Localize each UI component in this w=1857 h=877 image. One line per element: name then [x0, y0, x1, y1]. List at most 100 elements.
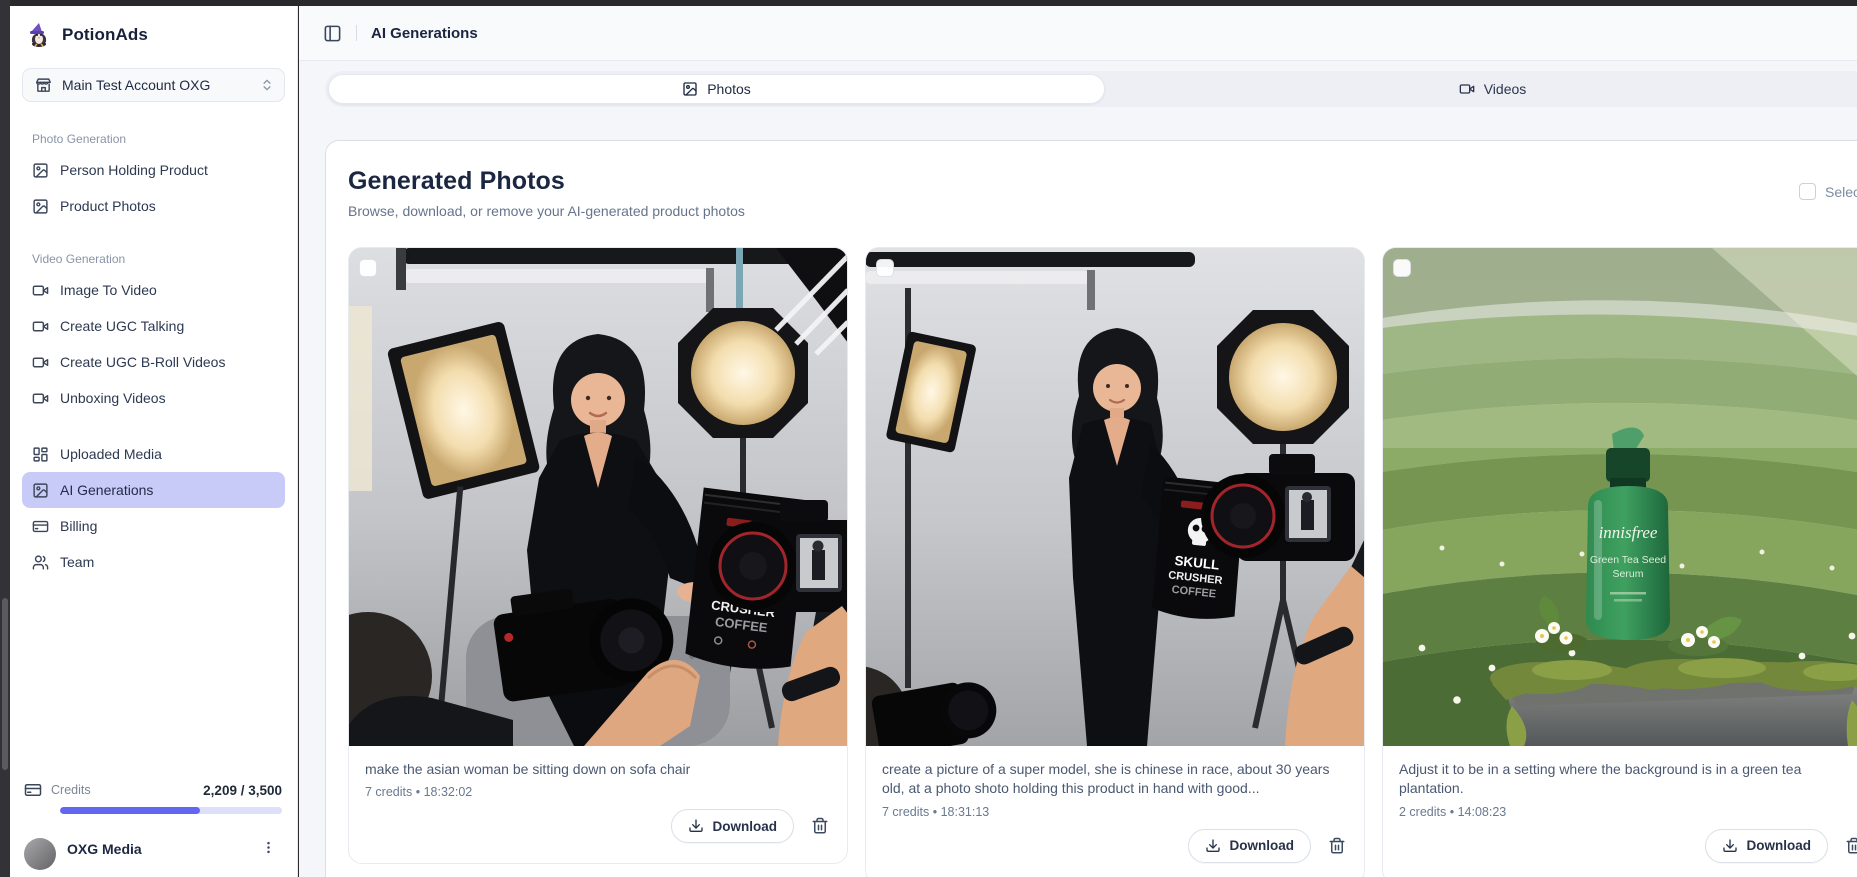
sidebar-item-unboxing-videos[interactable]: Unboxing Videos	[22, 380, 285, 416]
sidebar-item-label: Product Photos	[60, 198, 156, 214]
sidebar-item-label: Image To Video	[60, 282, 157, 298]
section-label-photo-generation: Photo Generation	[32, 132, 127, 146]
grid-icon	[32, 446, 49, 463]
photo-card-grid: SKULL CRUSHER COFFEE	[326, 247, 1857, 877]
nav-divider-gap	[10, 416, 297, 436]
download-button[interactable]: Download	[1187, 828, 1311, 863]
photo-card: SKULL CRUSHER COFFEE	[865, 247, 1365, 877]
sidebar-item-create-ugc-talking[interactable]: Create UGC Talking	[22, 308, 285, 344]
photo-meta: 2 credits • 14:08:23	[1399, 804, 1507, 819]
select-all-label: Selec	[1825, 183, 1857, 200]
account-selector[interactable]: Main Test Account OXG	[22, 68, 285, 102]
chevrons-up-down-icon	[260, 78, 274, 92]
credits-progress-fill	[60, 807, 201, 814]
video-icon	[32, 354, 49, 371]
sidebar-item-label: Uploaded Media	[60, 446, 162, 462]
users-icon	[32, 554, 49, 571]
image-icon	[32, 482, 49, 499]
sidebar-item-label: Create UGC B-Roll Videos	[60, 354, 226, 370]
video-icon	[1459, 81, 1475, 97]
photo-select-checkbox[interactable]	[1393, 259, 1411, 277]
sidebar-item-image-to-video[interactable]: Image To Video	[22, 272, 285, 308]
video-icon	[32, 282, 49, 299]
sidebar-item-billing[interactable]: Billing	[22, 508, 285, 544]
store-icon	[35, 77, 52, 94]
sidebar-item-ai-generations[interactable]: AI Generations	[22, 472, 285, 508]
image-icon	[32, 162, 49, 179]
generated-photo[interactable]: SKULL CRUSHER COFFEE	[866, 248, 1364, 746]
download-label: Download	[1229, 838, 1295, 854]
scrollbar-thumb[interactable]	[2, 598, 8, 770]
image-icon	[682, 81, 698, 97]
photo-meta: 7 credits • 18:32:02	[365, 785, 473, 800]
generated-photo[interactable]: SKULL CRUSHER COFFEE	[349, 248, 847, 746]
sidebar-item-product-photos[interactable]: Product Photos	[22, 188, 285, 224]
generated-photo-illustration-tea-plantation: innisfree Green Tea Seed Serum	[1383, 248, 1857, 746]
sidebar-item-label: Unboxing Videos	[60, 390, 166, 406]
workspace-name: OXG Media	[67, 841, 142, 857]
sidebar-footer: Credits 2,209 / 3,500 OXG Media	[10, 781, 296, 877]
generated-photo-illustration-studio-standing: SKULL CRUSHER COFFEE	[866, 248, 1364, 746]
sidebar-item-label: Create UGC Talking	[60, 318, 185, 334]
download-label: Download	[712, 818, 778, 834]
panel-subtitle: Browse, download, or remove your AI-gene…	[348, 203, 745, 219]
sidebar-item-label: Person Holding Product	[60, 162, 208, 178]
tab-videos-label: Videos	[1483, 81, 1527, 97]
download-button[interactable]: Download	[1704, 828, 1828, 863]
credits-label: Credits	[51, 783, 91, 797]
tab-photos[interactable]: Photos	[328, 74, 1105, 104]
main-area: AI Generations Photos Videos Generated P…	[299, 6, 1857, 877]
app-window: PotionAds Main Test Account OXG Photo Ge…	[0, 0, 1857, 877]
download-icon	[1722, 838, 1738, 854]
download-icon	[1205, 838, 1221, 854]
photo-prompt: Adjust it to be in a setting where the b…	[1399, 761, 1802, 797]
photo-select-checkbox[interactable]	[359, 259, 377, 277]
photo-prompt: make the asian woman be sitting down on …	[365, 761, 691, 777]
sidebar-item-person-holding-product[interactable]: Person Holding Product	[22, 152, 285, 188]
tab-videos[interactable]: Videos	[1105, 74, 1857, 104]
sidebar: PotionAds Main Test Account OXG Photo Ge…	[10, 6, 298, 877]
sidebar-item-team[interactable]: Team	[22, 544, 285, 580]
section-label-video-generation: Video Generation	[32, 252, 126, 266]
select-all-checkbox[interactable]	[1799, 183, 1816, 200]
page-title: AI Generations	[371, 24, 478, 42]
sidebar-toggle-icon[interactable]	[323, 24, 342, 43]
sidebar-item-uploaded-media[interactable]: Uploaded Media	[22, 436, 285, 472]
download-icon	[688, 818, 704, 834]
delete-button[interactable]	[1843, 835, 1857, 857]
sidebar-item-create-ugc-broll[interactable]: Create UGC B-Roll Videos	[22, 344, 285, 380]
window-left-edge	[0, 0, 10, 877]
svg-text:Serum: Serum	[1613, 568, 1644, 580]
svg-text:Green Tea Seed: Green Tea Seed	[1590, 554, 1666, 566]
credit-card-icon	[32, 518, 49, 535]
potionads-logo-icon	[26, 22, 52, 48]
tab-photos-label: Photos	[707, 81, 751, 97]
photo-card: innisfree Green Tea Seed Serum Adjust it…	[1382, 247, 1857, 877]
generated-photo[interactable]: innisfree Green Tea Seed Serum	[1383, 248, 1857, 746]
workspace-avatar	[24, 838, 56, 870]
video-icon	[32, 390, 49, 407]
download-button[interactable]: Download	[670, 809, 794, 844]
photo-card: SKULL CRUSHER COFFEE	[348, 247, 848, 865]
photo-select-checkbox[interactable]	[876, 259, 894, 277]
sidebar-item-label: Billing	[60, 518, 98, 534]
generated-photos-panel: Generated Photos Browse, download, or re…	[325, 140, 1857, 877]
window-top-edge	[0, 0, 1857, 6]
header-divider	[356, 25, 357, 41]
svg-text:innisfree: innisfree	[1599, 523, 1658, 542]
sidebar-item-label: Team	[60, 554, 95, 570]
photo-meta: 7 credits • 18:31:13	[882, 804, 990, 819]
sidebar-item-label: AI Generations	[60, 482, 154, 498]
credits-card-icon	[24, 781, 42, 799]
video-icon	[32, 318, 49, 335]
delete-button[interactable]	[1326, 835, 1348, 857]
workspace-menu-dots-icon[interactable]	[255, 836, 282, 863]
media-type-tabs: Photos Videos	[325, 71, 1857, 107]
photo-prompt: create a picture of a super model, she i…	[882, 761, 1330, 797]
panel-title: Generated Photos	[348, 167, 565, 195]
credits-progress-bar	[60, 807, 282, 814]
select-multiple-control: Selec	[1799, 183, 1857, 200]
delete-button[interactable]	[809, 815, 831, 837]
app-name: PotionAds	[62, 25, 148, 44]
generated-photo-illustration-studio-seated: SKULL CRUSHER COFFEE	[349, 248, 847, 746]
